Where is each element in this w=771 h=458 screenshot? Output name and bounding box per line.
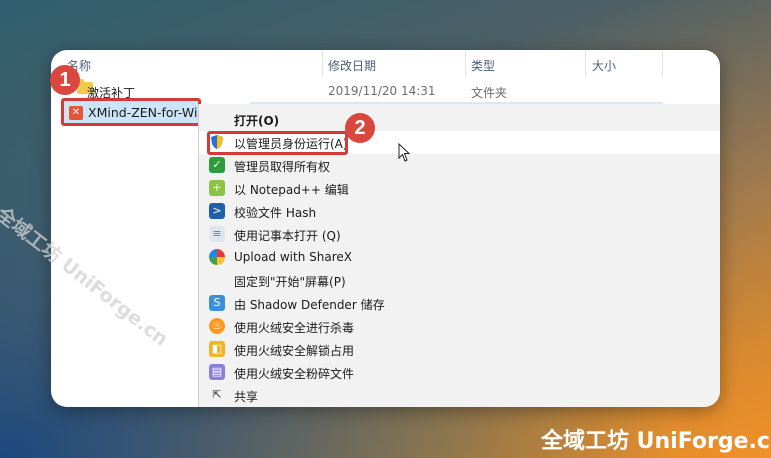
menu-item-label: 打开(O) — [234, 114, 280, 128]
menu-item-shadow-defender[interactable]: S 由 Shadow Defender 储存 — [199, 292, 720, 315]
step-badge-2: 2 — [345, 113, 375, 143]
file-type: 文件夹 — [471, 86, 508, 100]
sharex-icon — [209, 249, 225, 265]
file-date: 2019/11/20 14:31 — [328, 84, 436, 98]
notepad-icon: ≡ — [209, 226, 225, 242]
column-divider[interactable] — [465, 50, 466, 76]
watermark-corner: 全域工坊 UniForge.cn — [541, 429, 771, 454]
menu-item-label: Upload with ShareX — [234, 250, 352, 264]
huorong-icon: ♨ — [209, 318, 225, 334]
menu-item-take-ownership[interactable]: ✓ 管理员取得所有权 — [199, 154, 720, 177]
menu-item-hash[interactable]: > 校验文件 Hash — [199, 200, 720, 223]
menu-item-label: 使用火绒安全粉碎文件 — [234, 367, 355, 381]
column-divider[interactable] — [662, 50, 663, 76]
menu-item-huorong-scan[interactable]: ♨ 使用火绒安全进行杀毒 — [199, 315, 720, 338]
share-icon: ⇱ — [212, 388, 222, 401]
menu-item-notepad[interactable]: ≡ 使用记事本打开 (Q) — [199, 223, 720, 246]
menu-item-label: 共享 — [234, 390, 259, 404]
powershell-icon: > — [209, 203, 225, 219]
menu-item-label: 使用火绒安全解锁占用 — [234, 344, 355, 358]
menu-item-huorong-unlock[interactable]: ◧ 使用火绒安全解锁占用 — [199, 338, 720, 361]
menu-item-open[interactable]: 打开(O) — [199, 108, 720, 131]
unlock-folder-icon: ◧ — [209, 341, 225, 357]
green-shield-icon: ✓ — [209, 157, 225, 173]
column-header: ^ 名称 修改日期 类型 大小 — [51, 50, 720, 76]
menu-item-notepad-plus[interactable]: + 以 Notepad++ 编辑 — [199, 177, 720, 200]
highlight-frame-2 — [207, 131, 348, 155]
menu-item-label: 固定到"开始"屏幕(P) — [234, 275, 346, 289]
menu-item-label: 由 Shadow Defender 储存 — [234, 298, 385, 312]
explorer-window: ^ 名称 修改日期 类型 大小 激活补丁 2019/11/20 14:31 文件… — [51, 50, 720, 407]
mouse-cursor-icon — [398, 143, 411, 162]
menu-item-pin-start[interactable]: 固定到"开始"屏幕(P) — [199, 269, 720, 292]
shredder-icon: ▤ — [209, 364, 225, 380]
menu-item-label: 使用火绒安全进行杀毒 — [234, 321, 355, 335]
sort-ascending-icon[interactable]: ^ — [187, 50, 195, 55]
menu-item-huorong-shred[interactable]: ▤ 使用火绒安全粉碎文件 — [199, 361, 720, 384]
column-date[interactable]: 修改日期 — [328, 57, 376, 74]
step-badge-1: 1 — [50, 65, 80, 95]
menu-item-label: 以 Notepad++ 编辑 — [234, 183, 349, 197]
file-row[interactable]: 激活补丁 2019/11/20 14:31 文件夹 — [51, 79, 720, 100]
highlight-frame-1 — [61, 98, 201, 126]
column-divider[interactable] — [585, 50, 586, 76]
shadow-defender-icon: S — [209, 295, 225, 311]
menu-item-label: 使用记事本打开 (Q) — [234, 229, 341, 243]
column-divider[interactable] — [322, 50, 323, 76]
menu-item-label: 管理员取得所有权 — [234, 160, 331, 174]
menu-item-label: 校验文件 Hash — [234, 206, 317, 220]
menu-item-sharex[interactable]: Upload with ShareX — [199, 246, 720, 269]
column-size[interactable]: 大小 — [592, 57, 616, 74]
notepad-plus-icon: + — [209, 180, 225, 196]
menu-item-share[interactable]: ⇱ 共享 — [199, 384, 720, 407]
column-type[interactable]: 类型 — [471, 57, 495, 74]
